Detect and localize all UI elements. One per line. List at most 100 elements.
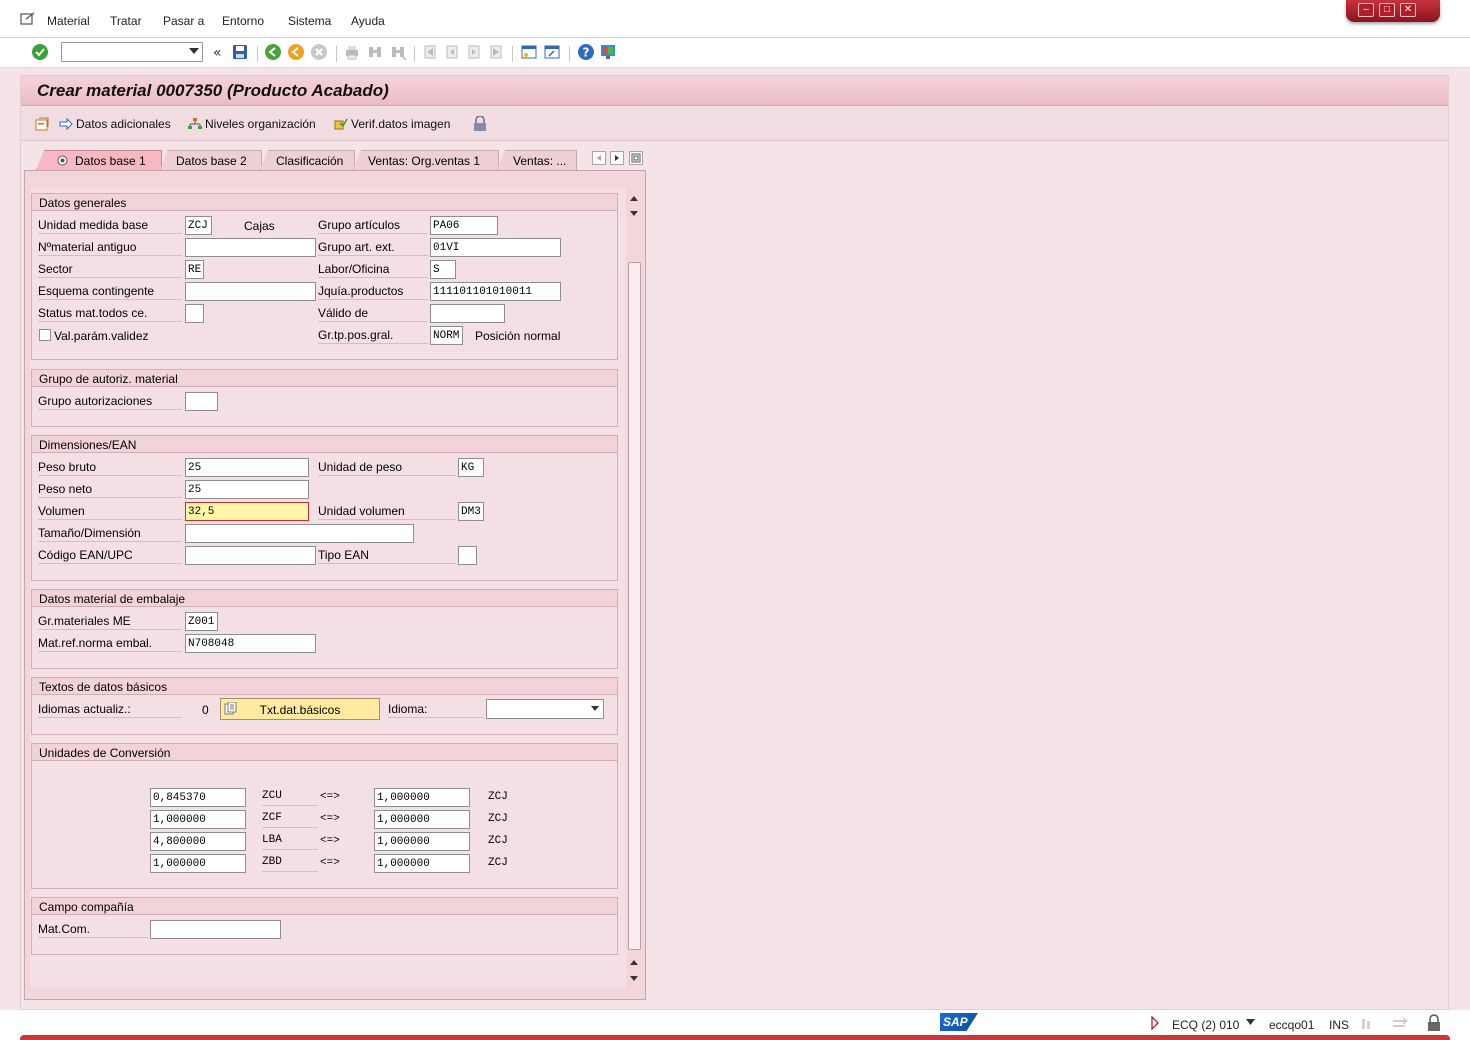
tab-datos-base-2[interactable]: Datos base 2 (160, 150, 262, 170)
codigo-ean-field[interactable] (185, 546, 316, 565)
txt-dat-basicos-label: Txt.dat.básicos (259, 703, 341, 717)
close-icon[interactable]: ✕ (1400, 3, 1416, 17)
new-session-icon[interactable] (520, 43, 538, 61)
chevron-down-icon[interactable] (189, 48, 199, 54)
menu-pasar-a[interactable]: Pasar a (163, 14, 204, 28)
lock-icon[interactable] (1426, 1014, 1442, 1032)
find-icon[interactable] (366, 43, 384, 61)
unidad-peso-field[interactable]: KG (458, 458, 484, 477)
idioma-select[interactable] (486, 699, 604, 719)
txt-dat-basicos-button[interactable]: Txt.dat.básicos (220, 698, 380, 720)
datos-adicionales-label: Datos adicionales (76, 117, 171, 131)
collapse-command-icon[interactable]: « (210, 43, 228, 61)
application-toolbar: Datos adicionales Niveles organización V… (21, 107, 1448, 141)
peso-bruto-field[interactable]: 25 (185, 458, 309, 477)
sector-field[interactable]: RE (185, 260, 204, 279)
first-page-icon[interactable] (421, 43, 439, 61)
conversion-arrow: <=> (320, 813, 340, 825)
minimize-icon[interactable]: – (1358, 3, 1374, 17)
gr-tp-pos-gral-field[interactable]: NORM (430, 326, 463, 345)
last-page-icon[interactable] (487, 43, 505, 61)
labor-oficina-field[interactable]: S (430, 260, 456, 279)
conversion-base-qty-field[interactable]: 1,000000 (374, 788, 470, 807)
conversion-base-qty-field[interactable]: 1,000000 (374, 810, 470, 829)
print-icon[interactable] (343, 43, 361, 61)
tab-ventas-more[interactable]: Ventas: ... (497, 150, 577, 170)
cancel-icon[interactable] (310, 43, 328, 61)
save-icon[interactable] (231, 43, 249, 61)
group-title: Grupo de autoriz. material (32, 370, 617, 387)
select-views-icon[interactable] (34, 116, 50, 132)
scroll-down-icon[interactable] (630, 976, 638, 981)
maximize-icon[interactable]: □ (1379, 3, 1395, 17)
menu-tratar[interactable]: Tratar (110, 14, 142, 28)
scroll-up-icon[interactable] (630, 196, 638, 201)
mat-ref-norma-label: Mat.ref.norma embal. (38, 633, 182, 652)
next-page-icon[interactable] (465, 43, 483, 61)
tamano-dimension-field[interactable] (185, 524, 414, 543)
back-icon[interactable] (264, 43, 282, 61)
system-menu-icon[interactable] (20, 12, 36, 26)
status-mat-field[interactable] (185, 304, 204, 323)
conversion-qty-field[interactable]: 4,800000 (150, 832, 246, 851)
exit-icon[interactable] (287, 43, 305, 61)
n-material-antiguo-field[interactable] (185, 238, 316, 257)
tab-datos-base-1[interactable]: Datos base 1 (36, 150, 162, 170)
check-screen-data-icon (334, 118, 348, 130)
grupo-art-ext-label: Grupo art. ext. (318, 237, 428, 256)
lock-icon[interactable] (473, 116, 487, 132)
conversion-unit: ZCU (262, 787, 318, 806)
valido-de-field[interactable] (430, 304, 505, 323)
conversion-base-qty-field[interactable]: 1,000000 (374, 854, 470, 873)
gr-materiales-me-field[interactable]: Z001 (185, 612, 218, 631)
val-param-validez-checkbox[interactable] (39, 329, 51, 341)
grupo-art-ext-field[interactable]: 01VI (430, 238, 561, 257)
tipo-ean-field[interactable] (458, 546, 477, 565)
tab-ventas-org-ventas-1[interactable]: Ventas: Org.ventas 1 (353, 150, 499, 170)
datos-adicionales-button[interactable]: Datos adicionales (59, 117, 171, 131)
tab-datos-base-2-label: Datos base 2 (176, 154, 247, 168)
volumen-field[interactable]: 32,5 (185, 502, 309, 521)
scrollbar-thumb[interactable] (628, 262, 641, 950)
layout-menu-icon[interactable] (599, 43, 617, 61)
status-expand-icon[interactable] (1150, 1016, 1160, 1030)
n-material-antiguo-label: Nºmaterial antiguo (38, 237, 182, 256)
conversion-qty-field[interactable]: 0,845370 (150, 788, 246, 807)
conversion-qty-field[interactable]: 1,000000 (150, 810, 246, 829)
menu-material[interactable]: Material (47, 14, 90, 28)
help-icon[interactable]: ? (577, 43, 595, 61)
esquema-contingente-field[interactable] (185, 282, 316, 301)
menu-entorno[interactable]: Entorno (222, 14, 264, 28)
grupo-articulos-field[interactable]: PA06 (430, 216, 498, 235)
peso-neto-field[interactable]: 25 (185, 480, 309, 499)
tab-clasificacion[interactable]: Clasificación (260, 150, 355, 170)
niveles-organizacion-button[interactable]: Niveles organización (188, 117, 316, 131)
mat-com-field[interactable] (150, 920, 281, 939)
menu-ayuda[interactable]: Ayuda (351, 14, 385, 28)
unidad-medida-base-field[interactable]: ZCJ (185, 216, 212, 235)
enter-check-icon[interactable] (31, 43, 49, 61)
tab-status-icon (57, 155, 68, 166)
chevron-down-icon[interactable] (591, 706, 599, 711)
command-field[interactable] (61, 42, 203, 62)
menu-sistema[interactable]: Sistema (288, 14, 331, 28)
tab-scroll-left-icon[interactable] (592, 151, 606, 165)
conversion-base-qty-field[interactable]: 1,000000 (374, 832, 470, 851)
vertical-scrollbar[interactable] (628, 190, 641, 986)
scroll-page-up-icon[interactable] (630, 960, 638, 965)
previous-page-icon[interactable] (443, 43, 461, 61)
tab-scroll-right-icon[interactable] (610, 151, 624, 165)
conversion-qty-field[interactable]: 1,000000 (150, 854, 246, 873)
tab-list-icon[interactable] (629, 151, 643, 165)
verif-datos-imagen-button[interactable]: Verif.datos imagen (334, 117, 450, 131)
create-shortcut-icon[interactable] (543, 43, 561, 61)
grupo-autorizaciones-field[interactable] (185, 392, 218, 411)
find-next-icon[interactable] (389, 43, 407, 61)
mat-ref-norma-field[interactable]: N708048 (185, 634, 316, 653)
status-mat-label: Status mat.todos ce. (38, 303, 182, 322)
insert-mode[interactable]: INS (1329, 1018, 1349, 1032)
unidad-volumen-field[interactable]: DM3 (458, 502, 484, 521)
scroll-page-down-icon[interactable] (630, 211, 638, 216)
chevron-down-icon[interactable] (1246, 1019, 1255, 1025)
jquia-productos-field[interactable]: 111101101010011 (430, 282, 561, 301)
